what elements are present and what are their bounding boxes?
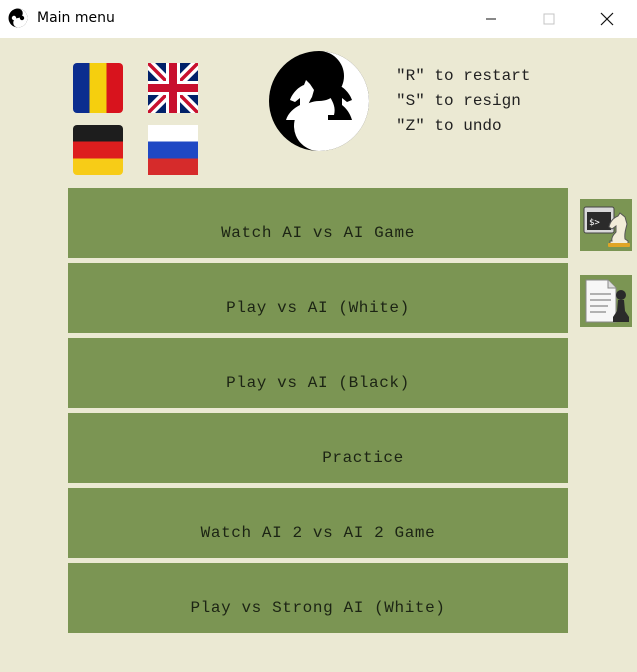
hotkey-restart: "R" to restart	[396, 67, 531, 85]
hotkey-resign: "S" to resign	[396, 92, 521, 110]
yin-yang-chess-icon	[8, 8, 28, 28]
play-vs-ai-black-button[interactable]: Play vs AI (Black)	[68, 338, 568, 408]
maximize-button[interactable]	[526, 0, 572, 38]
title-bar: Main menu	[0, 0, 637, 38]
germany-flag-icon[interactable]	[73, 125, 123, 175]
document-pawn-icon	[585, 279, 629, 323]
romania-flag-icon[interactable]	[73, 63, 123, 113]
button-label: Play vs AI (Black)	[226, 374, 410, 392]
uk-flag-icon[interactable]	[148, 63, 198, 113]
hotkey-undo: "Z" to undo	[396, 117, 502, 135]
practice-button[interactable]: Practice	[68, 413, 568, 483]
hotkey-help: "R" to restart "S" to resign "Z" to undo	[396, 64, 530, 139]
play-vs-strong-ai-white-button[interactable]: Play vs Strong AI (White)	[68, 563, 568, 633]
minimize-button[interactable]	[468, 0, 514, 38]
minimize-icon	[486, 18, 496, 20]
button-label: Watch AI 2 vs AI 2 Game	[200, 524, 436, 542]
button-label: Watch AI vs AI Game	[221, 224, 415, 242]
watch-ai-vs-ai-button[interactable]: Watch AI vs AI Game	[68, 188, 568, 258]
yin-yang-knights-logo	[269, 51, 369, 151]
svg-text:$>: $>	[589, 218, 600, 228]
console-knight-icon: $>	[583, 206, 630, 247]
document-button[interactable]	[580, 275, 632, 327]
button-label: Play vs Strong AI (White)	[190, 599, 446, 617]
window-title: Main menu	[37, 10, 115, 26]
close-button[interactable]	[584, 0, 630, 38]
maximize-icon	[543, 13, 555, 25]
button-label: Play vs AI (White)	[226, 299, 410, 317]
play-vs-ai-white-button[interactable]: Play vs AI (White)	[68, 263, 568, 333]
watch-ai2-vs-ai2-button[interactable]: Watch AI 2 vs AI 2 Game	[68, 488, 568, 558]
russia-flag-icon[interactable]	[148, 125, 198, 175]
uk-flag-graphic	[148, 63, 198, 113]
close-icon	[600, 12, 614, 26]
button-label: Practice	[322, 449, 404, 467]
console-button[interactable]: $>	[580, 199, 632, 251]
